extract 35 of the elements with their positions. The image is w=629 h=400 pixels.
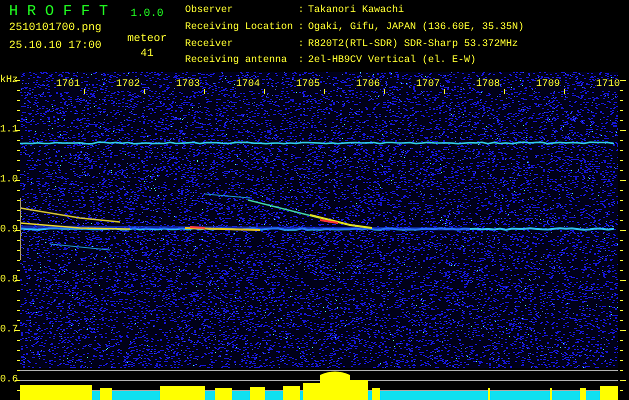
version-label: 1.0.0: [130, 7, 164, 22]
time-label: 1710: [596, 79, 620, 91]
time-label: 1709: [536, 79, 560, 91]
info-value: 2el-HB9CV Vertical (el. E-W): [308, 55, 478, 68]
info-separator: :: [298, 22, 306, 35]
info-label: Receiving antenna: [185, 55, 288, 68]
info-value: R820T2(RTL-SDR) SDR-Sharp 53.372MHz: [308, 38, 520, 52]
info-separator: :: [298, 5, 306, 18]
time-label: 1707: [416, 79, 440, 91]
file-name: 2510101700.png: [9, 22, 102, 34]
time-label: 1704: [236, 79, 260, 91]
info-label: Observer: [185, 5, 234, 18]
frequency-label: 0.9: [0, 224, 18, 236]
app-title: H R O F F T: [9, 3, 108, 21]
frequency-label: 0.6: [0, 374, 18, 386]
time-label: 1702: [116, 79, 140, 91]
info-separator: :: [298, 55, 306, 68]
info-label: Receiver: [185, 38, 234, 52]
info-value: Takanori Kawachi: [308, 5, 406, 18]
frequency-label: 0.7: [0, 324, 18, 336]
time-label: 1706: [356, 79, 380, 91]
info-separator: :: [298, 38, 306, 52]
time-label: 1708: [476, 79, 500, 91]
frequency-label: 1.0: [0, 174, 18, 186]
frequency-label: 0.8: [0, 274, 18, 286]
axis-unit: kHz: [0, 75, 18, 86]
time-label: 1703: [176, 79, 200, 91]
info-label: Receiving Location: [185, 22, 294, 35]
meteor-count: 41: [140, 48, 154, 60]
info-value: Ogaki, Gifu, JAPAN (136.60E, 35.35N): [308, 22, 524, 35]
meteor-label: meteor: [127, 33, 167, 45]
frequency-label: 1.1: [0, 124, 18, 136]
time-label: 1701: [56, 79, 80, 91]
time-label: 1705: [296, 79, 320, 91]
date-time: 25.10.10 17:00: [9, 40, 102, 52]
